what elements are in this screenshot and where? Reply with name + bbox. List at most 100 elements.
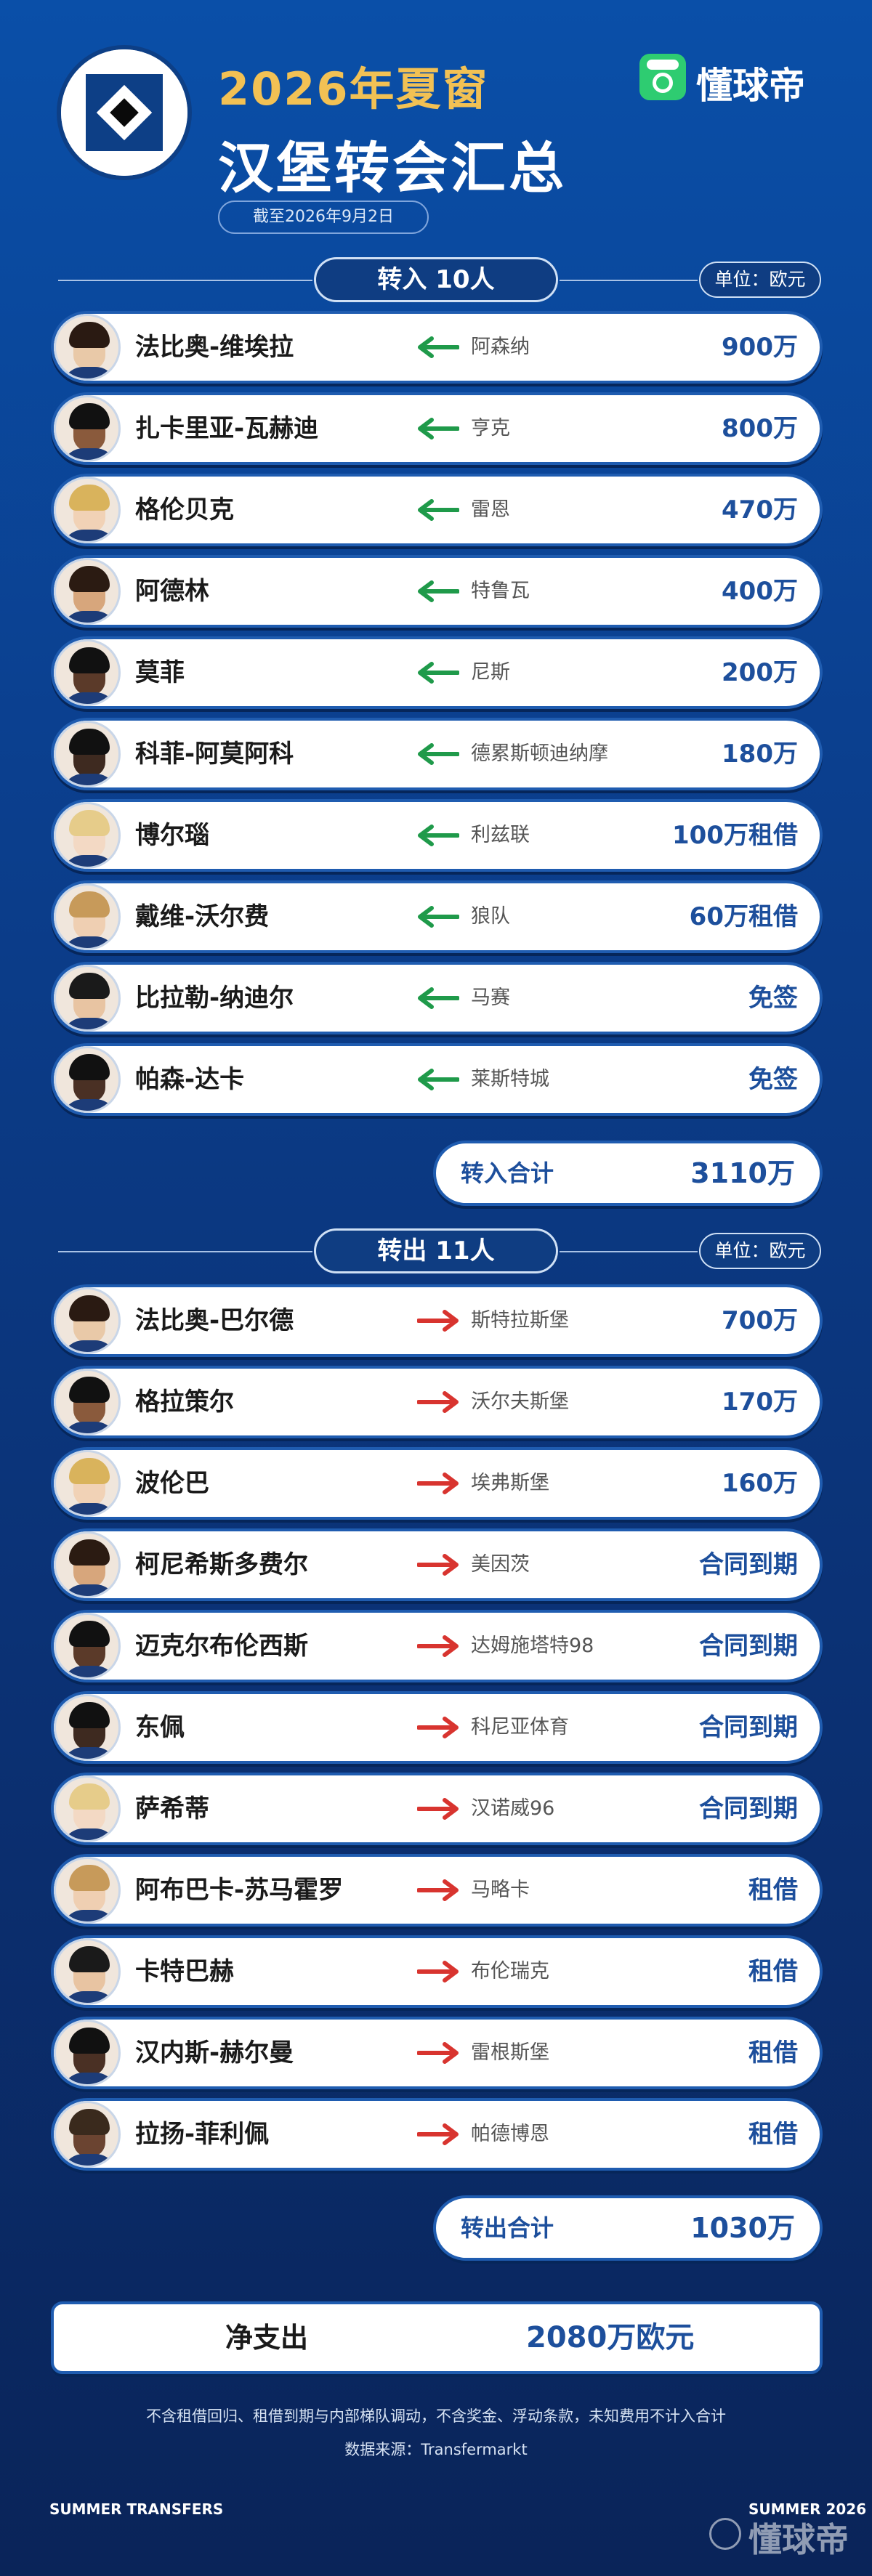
arrow-right-icon (417, 1473, 459, 1494)
transfer-fee: 400万 (722, 577, 798, 606)
transfer-fee: 合同到期 (699, 1794, 798, 1823)
player-row: 东佩 科尼亚体育 合同到期 (51, 1691, 823, 1764)
player-name: 阿布巴卡-苏马霍罗 (135, 1876, 344, 1905)
footer-left: SUMMER TRANSFERS (49, 2500, 224, 2518)
section-outgoing-title: 转出 11人 (314, 1228, 558, 1273)
player-avatar (54, 314, 121, 381)
player-row: 格伦贝克 雷恩 470万 (51, 474, 823, 546)
net-value: 2080万欧元 (526, 2321, 695, 2354)
player-row: 卡特巴赫 布伦瑞克 租借 (51, 1935, 823, 2008)
player-row: 科菲-阿莫阿科 德累斯顿迪纳摩 180万 (51, 718, 823, 790)
club-name: 莱斯特城 (471, 1068, 549, 1090)
header: 2026年夏窗 汉堡转会汇总 截至2026年9月2日 懂球帝 (0, 0, 872, 247)
total-label: 转出合计 (461, 2214, 554, 2242)
player-avatar (54, 1046, 121, 1113)
player-row: 法比奥-维埃拉 阿森纳 900万 (51, 311, 823, 384)
transfer-fee: 470万 (722, 495, 798, 524)
player-avatar (54, 1531, 121, 1598)
transfer-fee: 免签 (748, 1065, 798, 1094)
transfer-fee: 合同到期 (699, 1632, 798, 1661)
player-row: 汉内斯-赫尔曼 雷根斯堡 租借 (51, 2017, 823, 2089)
player-row: 莫菲 尼斯 200万 (51, 636, 823, 709)
transfer-fee: 租借 (748, 1876, 798, 1905)
player-name: 卡特巴赫 (135, 1957, 234, 1986)
page-title: 汉堡转会汇总 (218, 136, 567, 201)
net-spend-card: 净支出 2080万欧元 (51, 2301, 823, 2374)
player-avatar (54, 1287, 121, 1354)
club-name: 狼队 (471, 905, 510, 928)
transfer-fee: 租借 (748, 1957, 798, 1986)
player-row: 比拉勒-纳迪尔 马赛 免签 (51, 962, 823, 1034)
transfer-fee: 800万 (722, 414, 798, 443)
brand-name: 懂球帝 (696, 65, 805, 107)
transfer-fee: 免签 (748, 984, 798, 1013)
arrow-left-icon (418, 580, 459, 602)
player-row: 阿布巴卡-苏马霍罗 马略卡 租借 (51, 1854, 823, 1927)
club-name: 特鲁瓦 (471, 580, 530, 602)
club-name: 马略卡 (471, 1879, 530, 1901)
arrow-left-icon (418, 1069, 459, 1090)
player-name: 科菲-阿莫阿科 (135, 740, 294, 769)
player-row: 帕森-达卡 莱斯特城 免签 (51, 1043, 823, 1116)
player-name: 法比奥-巴尔德 (135, 1306, 294, 1335)
club-logo (57, 45, 192, 180)
arrow-left-icon (418, 499, 459, 521)
player-row: 阿德林 特鲁瓦 400万 (51, 555, 823, 628)
player-avatar (54, 883, 121, 950)
player-avatar (54, 721, 121, 787)
brand-icon (639, 54, 686, 100)
arrow-right-icon (417, 1391, 459, 1413)
arrow-left-icon (418, 336, 459, 358)
divider (58, 1251, 312, 1252)
arrow-right-icon (417, 1798, 459, 1820)
net-label: 净支出 (225, 2322, 309, 2354)
player-avatar (54, 477, 121, 543)
footnote: 不含租借回归、租借到期与内部梯队调动，不含奖金、浮动条款，未知费用不计入合计 (146, 2407, 726, 2425)
transfer-fee: 合同到期 (699, 1550, 798, 1579)
player-row: 扎卡里亚-瓦赫迪 亨克 800万 (51, 392, 823, 465)
player-avatar (54, 1857, 121, 1924)
club-name: 埃弗斯堡 (471, 1472, 549, 1494)
club-name: 美因茨 (471, 1553, 530, 1576)
unit-label: 单位：欧元 (699, 1233, 821, 1269)
player-avatar (54, 802, 121, 869)
player-row: 柯尼希斯多费尔 美因茨 合同到期 (51, 1528, 823, 1601)
transfer-fee: 160万 (722, 1469, 798, 1498)
player-row: 戴维-沃尔费 狼队 60万租借 (51, 880, 823, 953)
player-row: 拉扬-菲利佩 帕德博恩 租借 (51, 2098, 823, 2171)
club-name: 德累斯顿迪纳摩 (471, 742, 608, 765)
transfer-fee: 200万 (722, 658, 798, 687)
arrow-left-icon (418, 662, 459, 684)
club-name: 亨克 (471, 417, 510, 440)
divider (560, 280, 698, 281)
club-name: 利兹联 (471, 824, 530, 846)
player-avatar (54, 1775, 121, 1842)
arrow-right-icon (417, 2042, 459, 2064)
player-name: 东佩 (135, 1713, 185, 1742)
arrow-left-icon (418, 987, 459, 1009)
outgoing-total: 转出合计 1030万 (433, 2195, 823, 2261)
player-avatar (54, 1450, 121, 1517)
player-name: 拉扬-菲利佩 (135, 2120, 270, 2149)
club-name: 尼斯 (471, 661, 510, 684)
player-avatar (54, 965, 121, 1032)
player-name: 戴维-沃尔费 (135, 902, 270, 931)
player-name: 帕森-达卡 (135, 1065, 245, 1094)
club-name: 帕德博恩 (471, 2123, 549, 2145)
club-name: 达姆施塔特98 (471, 1635, 594, 1657)
watermark: 懂球帝 (748, 2520, 849, 2559)
arrow-right-icon (417, 2123, 459, 2145)
player-row: 萨希蒂 汉诺威96 合同到期 (51, 1773, 823, 1845)
player-name: 柯尼希斯多费尔 (135, 1550, 308, 1579)
watermark-icon (709, 2518, 741, 2550)
date-badge: 截至2026年9月2日 (218, 201, 429, 234)
arrow-left-icon (418, 418, 459, 440)
player-name: 比拉勒-纳迪尔 (135, 984, 294, 1013)
total-value: 3110万 (690, 1157, 795, 1189)
player-name: 萨希蒂 (135, 1794, 209, 1823)
player-avatar (54, 1938, 121, 2005)
club-name: 阿森纳 (471, 336, 530, 358)
player-name: 汉内斯-赫尔曼 (135, 2038, 294, 2067)
section-incoming-title: 转入 10人 (314, 257, 558, 302)
player-row: 法比奥-巴尔德 斯特拉斯堡 700万 (51, 1284, 823, 1357)
